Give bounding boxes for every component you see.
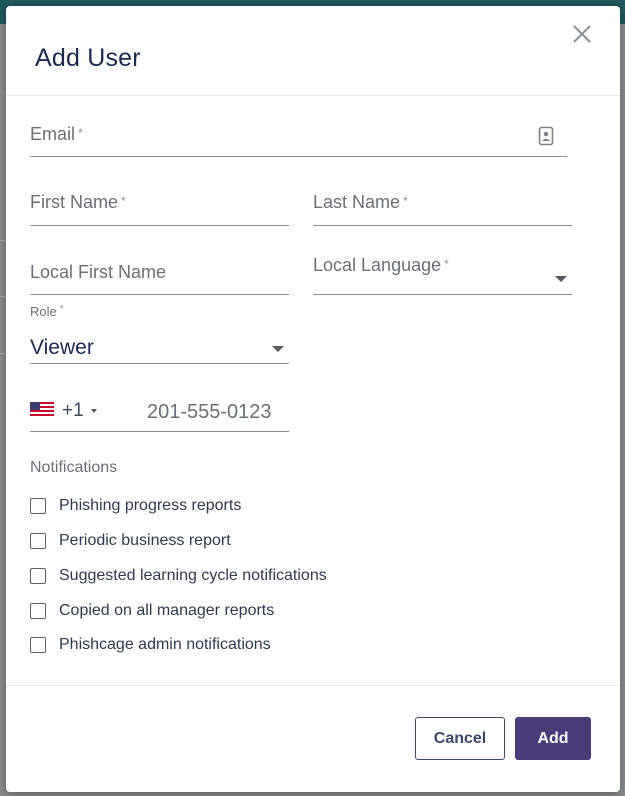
add-user-dialog: Add User Email * First Name * Last Name *	[6, 6, 620, 792]
checkbox[interactable]	[30, 637, 46, 653]
chevron-down-icon	[272, 346, 284, 352]
local-first-name-label: Local First Name	[30, 262, 167, 282]
phone-input[interactable]	[147, 399, 287, 425]
cancel-button[interactable]: Cancel	[415, 717, 505, 760]
country-dropdown-caret-icon[interactable]	[91, 409, 97, 413]
local-language-select[interactable]: Local Language *	[313, 246, 572, 295]
local-language-label-text: Local Language	[313, 255, 442, 275]
required-marker: *	[403, 194, 408, 208]
role-value: Viewer	[30, 336, 94, 359]
last-name-field[interactable]: Last Name *	[313, 184, 572, 226]
local-first-name-field[interactable]: Local First Name	[30, 253, 289, 295]
last-name-label: Last Name *	[313, 192, 408, 213]
checkbox-label: Periodic business report	[59, 532, 231, 549]
checkbox[interactable]	[30, 603, 46, 619]
notifications-label: Notifications	[30, 459, 118, 476]
local-language-label: Local Language *	[313, 255, 449, 276]
required-marker: *	[121, 194, 126, 208]
close-icon[interactable]	[570, 22, 594, 46]
email-label: Email *	[30, 124, 83, 145]
country-dial-code[interactable]: +1	[62, 400, 84, 422]
required-marker: *	[59, 304, 64, 315]
role-label-text: Role	[30, 304, 57, 319]
chevron-down-icon	[555, 276, 567, 282]
first-name-label-text: First Name	[30, 192, 119, 212]
checkbox-label: Phishing progress reports	[59, 497, 242, 514]
footer-divider	[6, 685, 620, 686]
email-label-text: Email	[30, 124, 76, 144]
checkbox[interactable]	[30, 533, 46, 549]
last-name-label-text: Last Name	[313, 192, 401, 212]
first-name-label: First Name *	[30, 192, 126, 213]
add-button[interactable]: Add	[515, 717, 591, 760]
role-select[interactable]: Viewer	[30, 326, 289, 364]
us-flag-icon[interactable]	[30, 402, 54, 416]
first-name-field[interactable]: First Name *	[30, 184, 289, 226]
required-marker: *	[444, 257, 449, 271]
contact-card-icon[interactable]	[538, 126, 554, 151]
role-label: Role *	[30, 304, 64, 319]
checkbox-label: Copied on all manager reports	[59, 602, 275, 619]
header-divider	[6, 95, 620, 96]
email-field[interactable]: Email *	[30, 116, 567, 157]
checkbox-label: Suggested learning cycle notifications	[59, 567, 327, 584]
phone-field: +1	[30, 391, 289, 432]
checkbox[interactable]	[30, 498, 46, 514]
required-marker: *	[78, 126, 83, 140]
checkbox-label: Phishcage admin notifications	[59, 636, 271, 653]
dialog-title: Add User	[35, 44, 141, 72]
checkbox[interactable]	[30, 568, 46, 584]
